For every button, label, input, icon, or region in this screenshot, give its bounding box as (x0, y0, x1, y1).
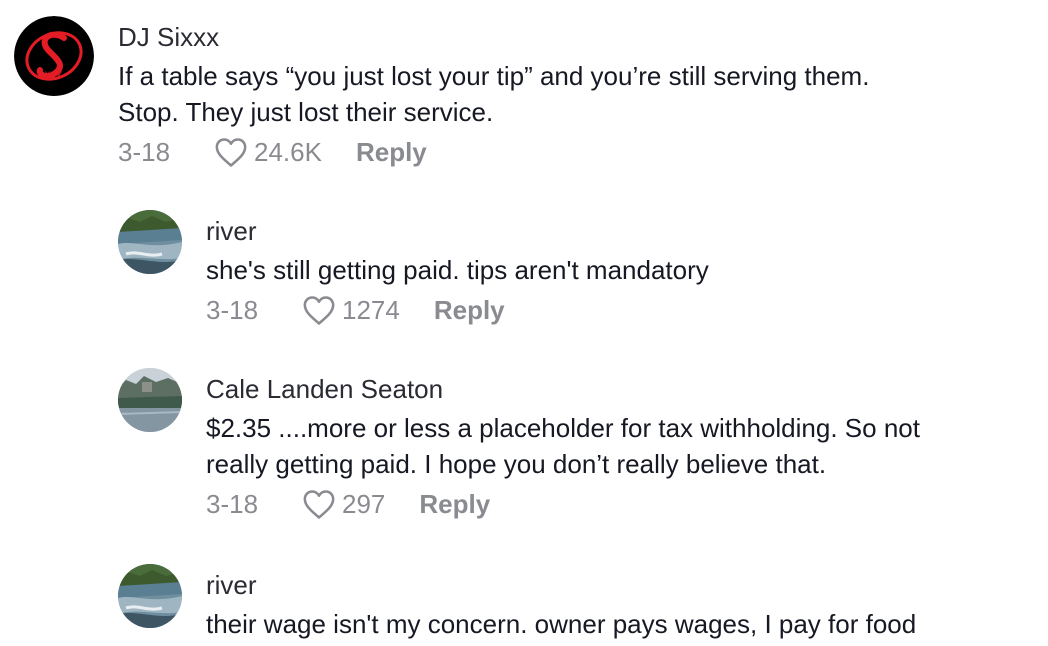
comment-meta: 3-18 1274 Reply (206, 294, 505, 326)
comment-text-line: their wage isn't my concern. owner pays … (206, 609, 917, 639)
heart-icon (303, 296, 335, 325)
like-button[interactable]: 24.6K (214, 136, 322, 168)
svg-text:XXX: XXX (43, 70, 63, 80)
like-button[interactable]: 297 (302, 488, 385, 520)
river-photo-avatar (118, 210, 182, 274)
heart-icon (215, 138, 247, 167)
avatar[interactable] (118, 210, 182, 274)
comment-text-line: really getting paid. I hope you don’t re… (206, 449, 827, 479)
lake-photo-avatar (118, 368, 182, 432)
like-count: 24.6K (254, 136, 322, 167)
comment-text-line: If a table says “you just lost your tip”… (118, 61, 870, 91)
comment-text-line: she's still getting paid. tips aren't ma… (206, 255, 709, 285)
comment-text-line: $2.35 ....more or less a placeholder for… (206, 413, 920, 443)
avatar[interactable]: XXX (14, 16, 94, 96)
comment-author[interactable]: Cale Landen Seaton (206, 374, 443, 405)
comment-date: 3-18 (206, 488, 259, 519)
like-button[interactable]: 1274 (302, 294, 400, 326)
comment-author[interactable]: river (206, 216, 257, 247)
comment-meta: 3-18 24.6K Reply (118, 136, 427, 168)
comment-date: 3-18 (206, 294, 259, 325)
like-count: 297 (342, 488, 386, 519)
heart-icon (303, 490, 335, 519)
comment-author[interactable]: river (206, 570, 257, 601)
comment-meta: 3-18 297 Reply (206, 488, 490, 520)
river-photo-avatar (118, 564, 182, 628)
comment-author[interactable]: DJ Sixxx (118, 22, 219, 53)
comment-text-line: Stop. They just lost their service. (118, 97, 494, 127)
reply-button[interactable]: Reply (419, 489, 490, 520)
reply-button[interactable]: Reply (356, 137, 427, 168)
dj-sixxx-logo-icon: XXX (14, 16, 94, 96)
avatar[interactable] (118, 564, 182, 628)
comment-date: 3-18 (118, 136, 171, 167)
like-count: 1274 (342, 294, 400, 325)
reply-button[interactable]: Reply (434, 295, 505, 326)
avatar[interactable] (118, 368, 182, 432)
